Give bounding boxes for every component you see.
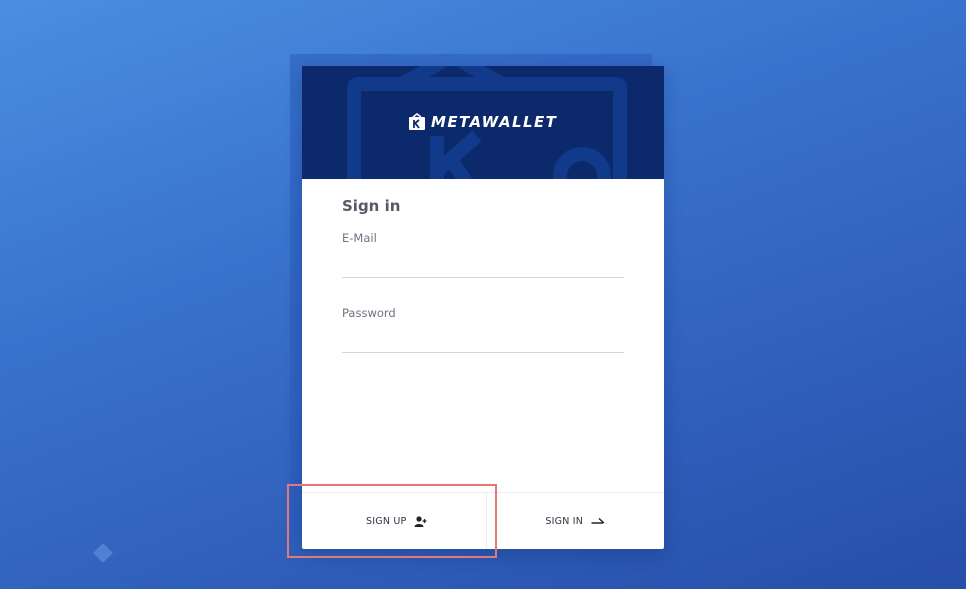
- password-label: Password: [342, 306, 396, 320]
- password-field[interactable]: [342, 324, 624, 353]
- email-field[interactable]: [342, 249, 624, 278]
- card-header: METAWALLET: [302, 66, 664, 179]
- add-user-icon: [414, 516, 427, 527]
- wallet-logo-icon: [409, 113, 425, 130]
- password-field-group: Password: [342, 306, 624, 353]
- login-card: METAWALLET Sign in E-Mail Password SIGN …: [302, 66, 664, 549]
- brand-name: METAWALLET: [431, 113, 558, 131]
- sign-in-label: SIGN IN: [545, 516, 584, 527]
- decorative-diamond: [93, 543, 113, 563]
- email-field-group: E-Mail: [342, 231, 624, 278]
- sign-in-button[interactable]: SIGN IN: [487, 493, 665, 549]
- brand-logo: METAWALLET: [408, 113, 557, 131]
- arrow-right-icon: [591, 517, 605, 524]
- email-label: E-Mail: [342, 231, 377, 245]
- sign-up-label: SIGN UP: [366, 516, 407, 527]
- card-actions: SIGN UP SIGN IN: [302, 492, 664, 549]
- sign-in-form: Sign in E-Mail Password: [342, 197, 624, 353]
- sign-up-button[interactable]: SIGN UP: [302, 493, 487, 549]
- form-title: Sign in: [342, 197, 401, 215]
